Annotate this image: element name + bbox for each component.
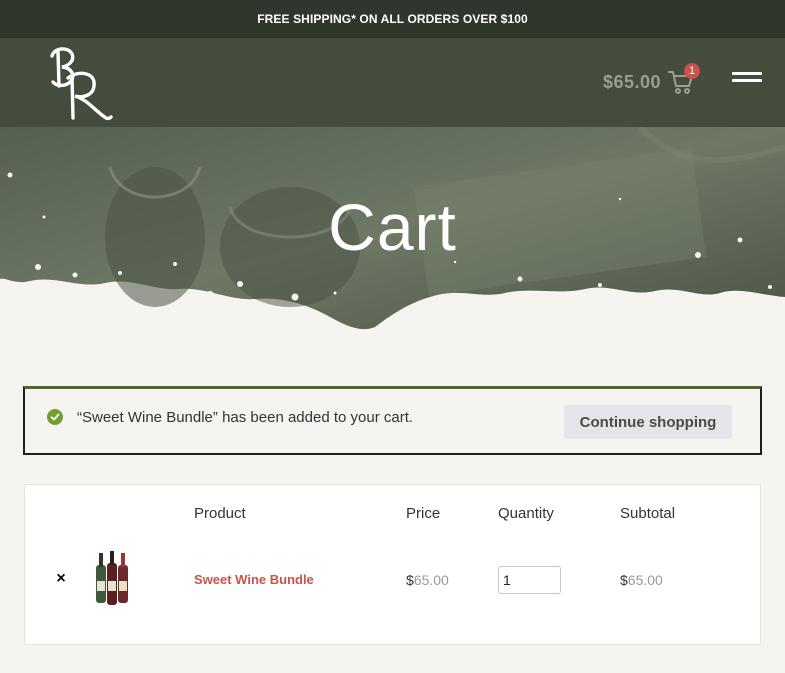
column-header-subtotal: Subtotal — [620, 505, 676, 522]
subtotal-currency: $ — [620, 572, 628, 588]
column-header-quantity: Quantity — [498, 505, 554, 522]
shipping-announcement-bar: FREE SHIPPING* ON ALL ORDERS OVER $100 — [0, 0, 785, 38]
shipping-announcement-text: FREE SHIPPING* ON ALL ORDERS OVER $100 — [257, 12, 528, 26]
item-subtotal: $65.00 — [620, 572, 663, 588]
added-to-cart-notice: “Sweet Wine Bundle” has been added to yo… — [23, 386, 762, 455]
success-check-icon — [47, 409, 63, 425]
price-amount: 65.00 — [413, 572, 449, 588]
column-header-product: Product — [194, 505, 246, 522]
notice-message: “Sweet Wine Bundle” has been added to yo… — [77, 409, 414, 426]
item-price: $65.00 — [406, 572, 449, 588]
product-name-link[interactable]: Sweet Wine Bundle — [194, 572, 314, 587]
product-thumbnail[interactable] — [91, 551, 133, 607]
price-currency: $ — [406, 572, 414, 588]
cart-total-amount[interactable]: $65.00 — [603, 72, 661, 93]
cart-table: Product Price Quantity Subtotal × Sweet … — [24, 484, 761, 645]
quantity-input[interactable] — [498, 566, 561, 594]
column-header-price: Price — [406, 505, 441, 522]
continue-shopping-button[interactable]: Continue shopping — [564, 405, 732, 439]
subtotal-amount: 65.00 — [627, 572, 663, 588]
hamburger-menu-icon[interactable] — [732, 72, 762, 88]
site-header: $65.00 1 — [0, 38, 785, 127]
brand-logo[interactable] — [42, 44, 118, 122]
page-title: Cart — [328, 190, 457, 264]
page-hero-banner: Cart — [0, 127, 785, 337]
cart-count-badge: 1 — [684, 63, 700, 79]
remove-item-button[interactable]: × — [53, 570, 69, 587]
